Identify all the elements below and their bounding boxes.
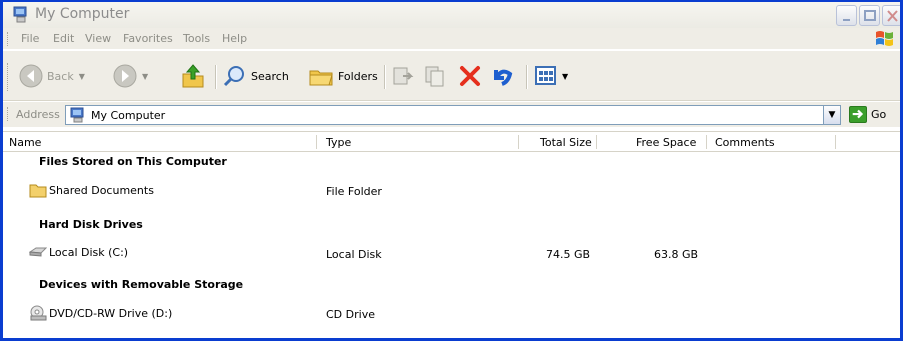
item-type: Local Disk (326, 248, 382, 261)
chevron-down-icon: ▼ (828, 110, 836, 120)
group-header-removable-storage: Devices with Removable Storage (39, 278, 244, 291)
move-to-icon (393, 67, 414, 85)
minimize-icon (843, 19, 850, 21)
undo-icon (494, 69, 513, 86)
menu-grip[interactable] (7, 32, 10, 46)
list-item-dvd-cd-rw-drive-d[interactable]: DVD/CD-RW Drive (D:) (29, 305, 172, 321)
my-computer-icon (13, 6, 27, 23)
column-header-type[interactable]: Type (326, 136, 351, 149)
item-name: Shared Documents (49, 183, 154, 197)
cd-drive-icon (30, 305, 47, 321)
list-header: Name Type Total Size Free Space Comments (3, 131, 900, 152)
column-header-name[interactable]: Name (9, 136, 41, 149)
forward-button[interactable]: ▼ (113, 62, 148, 90)
standard-toolbar: Back ▼ ▼ Search Folders ▼ (3, 51, 900, 101)
column-header-comments[interactable]: Comments (715, 136, 775, 149)
item-type: File Folder (326, 185, 382, 198)
up-folder-button[interactable] (179, 62, 207, 90)
column-divider[interactable] (518, 135, 519, 149)
item-free-space: 63.8 GB (654, 248, 699, 261)
close-button[interactable] (882, 5, 900, 26)
toolbar-grip[interactable] (7, 63, 10, 91)
up-folder-icon (182, 64, 204, 88)
column-header-free-space[interactable]: Free Space (636, 136, 696, 149)
group-header-files-stored: Files Stored on This Computer (39, 155, 227, 168)
maximize-icon (864, 10, 876, 21)
toolbar-separator (215, 65, 216, 89)
address-bar: Address My Computer ▼ Go (3, 102, 900, 127)
address-input[interactable]: My Computer (65, 105, 841, 125)
menu-favorites[interactable]: Favorites (123, 32, 173, 45)
window-title: My Computer (35, 6, 130, 22)
forward-arrow-icon (113, 64, 137, 88)
search-button[interactable]: Search (223, 62, 289, 90)
menu-edit[interactable]: Edit (53, 32, 74, 45)
column-divider[interactable] (316, 135, 317, 149)
address-label: Address (16, 108, 60, 121)
folder-icon (29, 184, 47, 198)
back-button[interactable]: Back ▼ (19, 62, 85, 90)
my-computer-icon (70, 107, 84, 123)
item-name: Local Disk (C:) (49, 245, 129, 259)
title-bar[interactable]: My Computer (3, 0, 900, 28)
back-arrow-icon (19, 64, 43, 88)
toolbar-separator (526, 65, 527, 89)
delete-button[interactable] (458, 62, 482, 90)
views-dropdown-icon[interactable]: ▼ (562, 72, 568, 81)
address-dropdown-button[interactable]: ▼ (823, 105, 841, 125)
column-divider[interactable] (596, 135, 597, 149)
close-icon (887, 10, 898, 22)
list-item-local-disk-c[interactable]: Local Disk (C:) (29, 245, 128, 259)
menu-view[interactable]: View (85, 32, 111, 45)
column-divider[interactable] (706, 135, 707, 149)
toolbar-separator (384, 65, 385, 89)
back-label: Back (47, 69, 74, 83)
views-button[interactable]: ▼ (535, 62, 568, 90)
address-value: My Computer (91, 109, 166, 122)
minimize-button[interactable] (836, 5, 857, 26)
folders-label: Folders (338, 69, 378, 83)
menu-bar: File Edit View Favorites Tools Help (3, 28, 900, 50)
search-icon (223, 66, 244, 87)
maximize-button[interactable] (859, 5, 880, 26)
go-button[interactable]: Go (849, 106, 886, 123)
delete-icon (460, 66, 480, 86)
search-label: Search (251, 69, 289, 83)
column-divider[interactable] (835, 135, 836, 149)
windows-logo-icon (876, 31, 893, 46)
item-type: CD Drive (326, 308, 375, 321)
explorer-window: My Computer File Edit View Favorites Too… (0, 0, 903, 341)
menu-file[interactable]: File (21, 32, 39, 45)
hard-disk-icon (29, 247, 47, 257)
list-item-shared-documents[interactable]: Shared Documents (29, 182, 154, 198)
item-name: DVD/CD-RW Drive (D:) (49, 306, 173, 320)
menu-help[interactable]: Help (222, 32, 247, 45)
column-header-total-size[interactable]: Total Size (540, 136, 592, 149)
group-header-hard-disk-drives: Hard Disk Drives (39, 218, 143, 231)
go-label: Go (871, 108, 887, 121)
folders-button[interactable]: Folders (308, 62, 378, 90)
menu-tools[interactable]: Tools (183, 32, 210, 45)
forward-dropdown-icon[interactable]: ▼ (142, 72, 148, 81)
move-to-button[interactable] (391, 62, 415, 90)
go-arrow-icon (849, 106, 867, 123)
address-grip[interactable] (7, 107, 10, 121)
item-total-size: 74.5 GB (546, 248, 591, 261)
undo-button[interactable] (490, 62, 514, 90)
copy-to-button[interactable] (423, 62, 447, 90)
views-icon (535, 66, 556, 85)
copy-to-icon (425, 66, 444, 87)
folders-icon (309, 70, 333, 86)
back-dropdown-icon[interactable]: ▼ (79, 72, 85, 81)
